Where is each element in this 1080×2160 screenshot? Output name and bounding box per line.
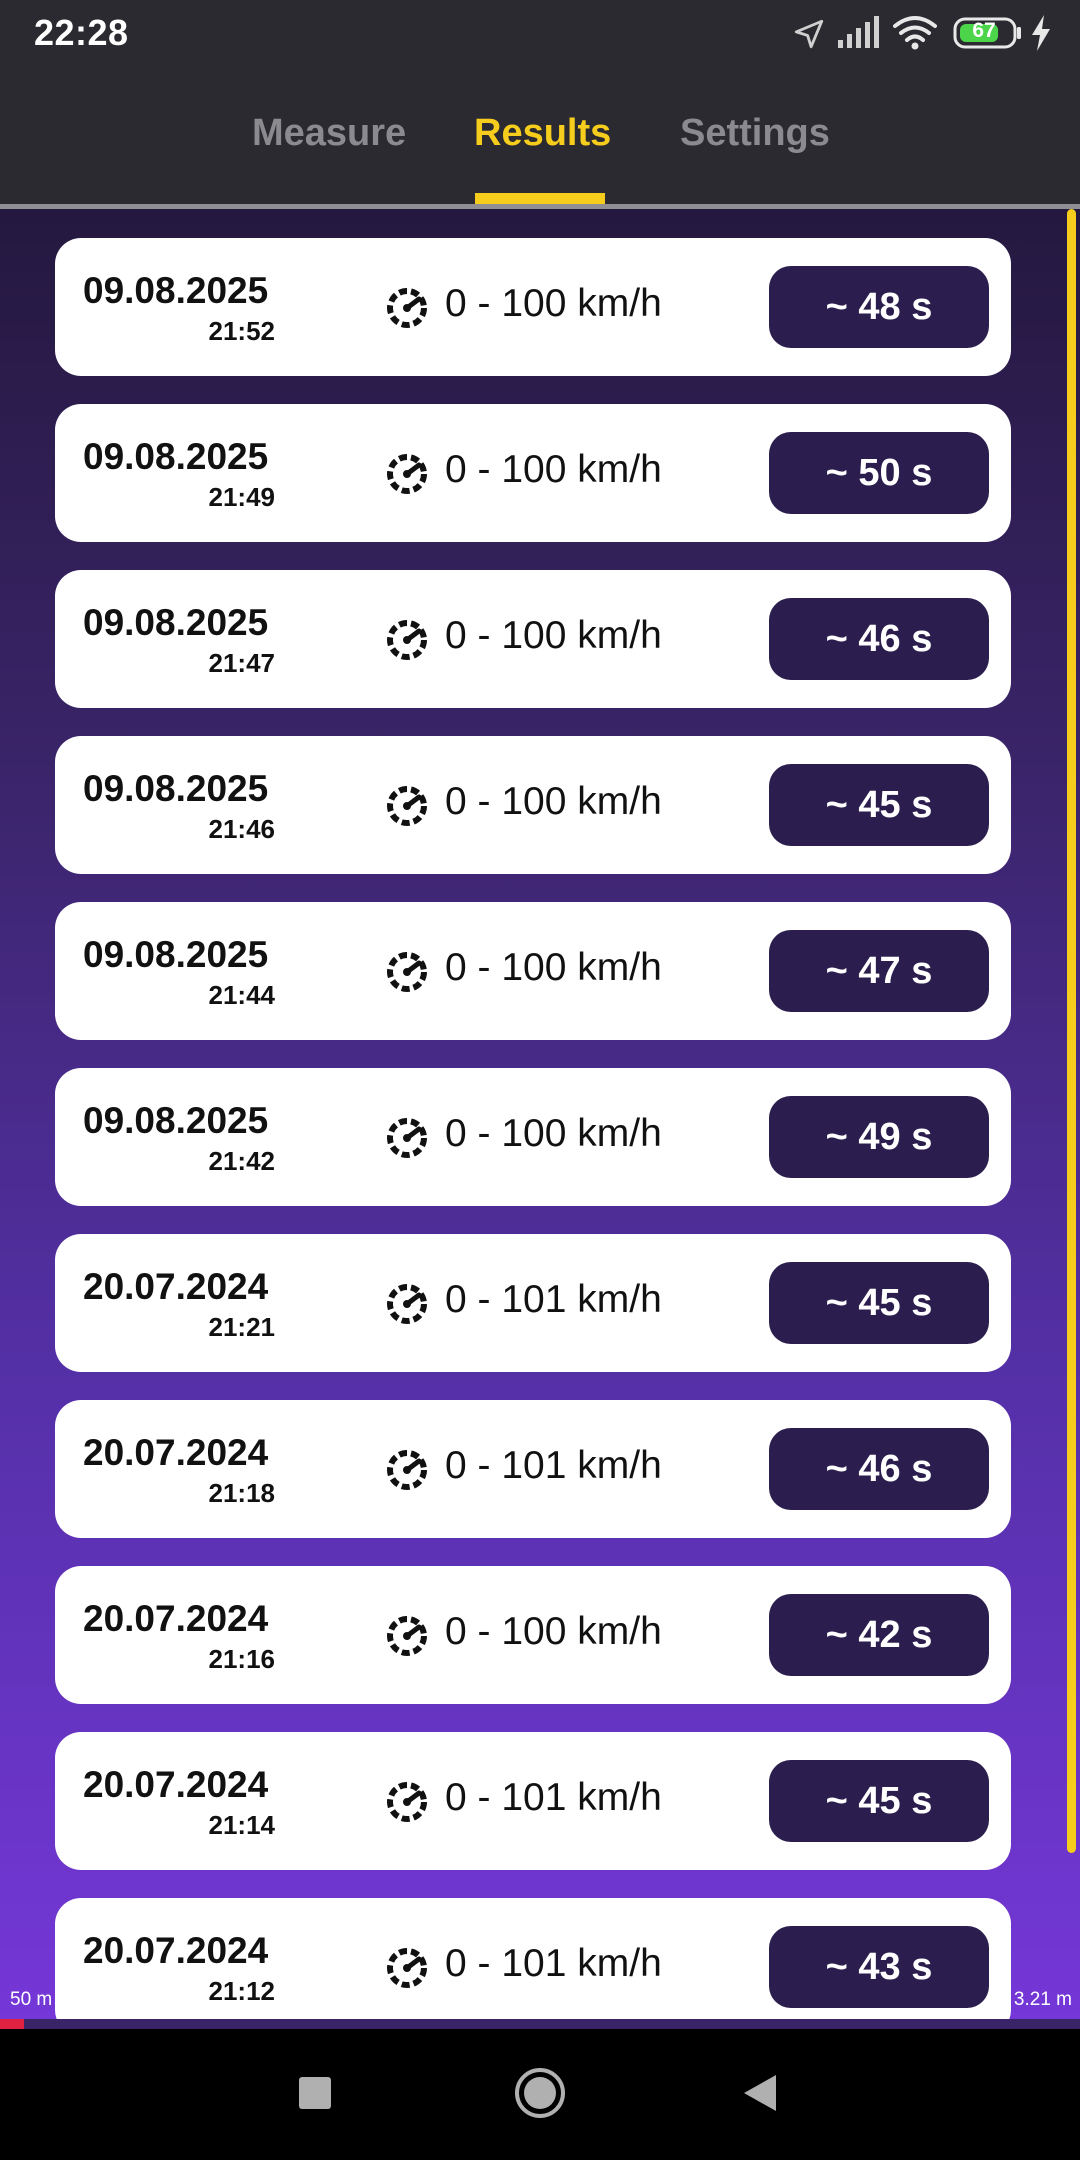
result-date: 09.08.2025 [83, 602, 269, 643]
result-time: 21:42 [208, 1146, 276, 1176]
speedometer-icon [385, 618, 429, 662]
result-speed-range: 0 - 100 km/h [445, 282, 662, 325]
speedometer-icon [385, 784, 429, 828]
result-date: 09.08.2025 [83, 436, 269, 477]
result-duration-badge: ~ 45 s [769, 764, 989, 846]
result-date: 09.08.2025 [83, 1100, 269, 1141]
status-clock: 22:28 [34, 12, 129, 53]
tab-measure[interactable]: Measure [252, 112, 406, 155]
wifi-icon [893, 16, 937, 50]
tab-indicator [475, 193, 605, 204]
tab-results[interactable]: Results [474, 112, 611, 155]
result-row[interactable]: 09.08.2025 21:47 0 - 100 km/h ~ 46 s [55, 570, 1011, 708]
result-row[interactable]: 09.08.2025 21:49 0 - 100 km/h ~ 50 s [55, 404, 1011, 542]
result-speed-range: 0 - 100 km/h [445, 614, 662, 657]
speedometer-icon [385, 1614, 429, 1658]
speedometer-icon [385, 1946, 429, 1990]
charging-bolt-icon [1032, 15, 1050, 51]
result-row[interactable]: 20.07.2024 21:18 0 - 101 km/h ~ 46 s [55, 1400, 1011, 1538]
result-row[interactable]: 20.07.2024 21:21 0 - 101 km/h ~ 45 s [55, 1234, 1011, 1372]
result-speed-range: 0 - 100 km/h [445, 1610, 662, 1653]
result-time: 21:12 [208, 1976, 276, 2006]
result-duration-badge: ~ 50 s [769, 432, 989, 514]
result-row[interactable]: 20.07.2024 21:12 0 - 101 km/h ~ 43 s [55, 1898, 1011, 2019]
recents-square-icon[interactable] [298, 2076, 332, 2110]
battery-level: 67 [972, 19, 996, 42]
distance-right-label: 3.21 m [1013, 1989, 1072, 2010]
speedometer-icon [385, 950, 429, 994]
distance-progress-bar [0, 2019, 1080, 2029]
result-speed-range: 0 - 100 km/h [445, 946, 662, 989]
speedometer-icon [385, 1282, 429, 1326]
result-duration-badge: ~ 42 s [769, 1594, 989, 1676]
result-time: 21:16 [208, 1644, 276, 1674]
result-duration-badge: ~ 45 s [769, 1760, 989, 1842]
result-time: 21:52 [208, 316, 276, 346]
result-speed-range: 0 - 100 km/h [445, 448, 662, 491]
home-circle-icon[interactable] [513, 2066, 567, 2120]
result-date: 09.08.2025 [83, 934, 269, 975]
tab-bar: Measure Results Settings [0, 66, 1080, 204]
location-arrow-icon [794, 19, 824, 49]
result-time: 21:46 [208, 814, 276, 844]
result-row[interactable]: 09.08.2025 21:44 0 - 100 km/h ~ 47 s [55, 902, 1011, 1040]
result-date: 20.07.2024 [83, 1930, 269, 1971]
result-duration-badge: ~ 47 s [769, 930, 989, 1012]
scrollbar-thumb[interactable] [1067, 209, 1076, 1853]
result-time: 21:14 [208, 1810, 276, 1840]
result-date: 20.07.2024 [83, 1598, 269, 1639]
result-speed-range: 0 - 100 km/h [445, 1112, 662, 1155]
result-speed-range: 0 - 100 km/h [445, 780, 662, 823]
speedometer-icon [385, 1448, 429, 1492]
result-time: 21:44 [208, 980, 276, 1010]
result-duration-badge: ~ 45 s [769, 1262, 989, 1344]
result-duration-badge: ~ 49 s [769, 1096, 989, 1178]
result-row[interactable]: 20.07.2024 21:14 0 - 101 km/h ~ 45 s [55, 1732, 1011, 1870]
system-nav-bar [0, 2029, 1080, 2160]
result-row[interactable]: 09.08.2025 21:52 0 - 100 km/h ~ 48 s [55, 238, 1011, 376]
result-speed-range: 0 - 101 km/h [445, 1942, 662, 1985]
result-speed-range: 0 - 101 km/h [445, 1444, 662, 1487]
speedometer-icon [385, 286, 429, 330]
result-date: 09.08.2025 [83, 270, 269, 311]
result-speed-range: 0 - 101 km/h [445, 1278, 662, 1321]
result-duration-badge: ~ 46 s [769, 1428, 989, 1510]
speedometer-icon [385, 1780, 429, 1824]
result-time: 21:21 [208, 1312, 276, 1342]
distance-progress-fill [0, 2019, 24, 2029]
result-row[interactable]: 20.07.2024 21:16 0 - 100 km/h ~ 42 s [55, 1566, 1011, 1704]
result-time: 21:49 [208, 482, 276, 512]
result-row[interactable]: 09.08.2025 21:42 0 - 100 km/h ~ 49 s [55, 1068, 1011, 1206]
speedometer-icon [385, 1116, 429, 1160]
result-time: 21:18 [208, 1478, 276, 1508]
result-row[interactable]: 09.08.2025 21:46 0 - 100 km/h ~ 45 s [55, 736, 1011, 874]
result-date: 20.07.2024 [83, 1432, 269, 1473]
signal-icon [838, 16, 879, 48]
result-date: 20.07.2024 [83, 1266, 269, 1307]
result-duration-badge: ~ 46 s [769, 598, 989, 680]
result-duration-badge: ~ 48 s [769, 266, 989, 348]
status-bar: 22:28 67 [0, 0, 1080, 66]
tab-settings[interactable]: Settings [680, 112, 830, 155]
results-list[interactable]: 09.08.2025 21:52 0 - 100 km/h ~ 48 s 09.08.2… [0, 209, 1080, 2019]
result-time: 21:47 [208, 648, 276, 678]
result-speed-range: 0 - 101 km/h [445, 1776, 662, 1819]
back-triangle-icon[interactable] [742, 2073, 778, 2113]
speedometer-icon [385, 452, 429, 496]
result-date: 09.08.2025 [83, 768, 269, 809]
distance-left-label: 50 m [10, 1989, 53, 2010]
result-date: 20.07.2024 [83, 1764, 269, 1805]
result-duration-badge: ~ 43 s [769, 1926, 989, 2008]
